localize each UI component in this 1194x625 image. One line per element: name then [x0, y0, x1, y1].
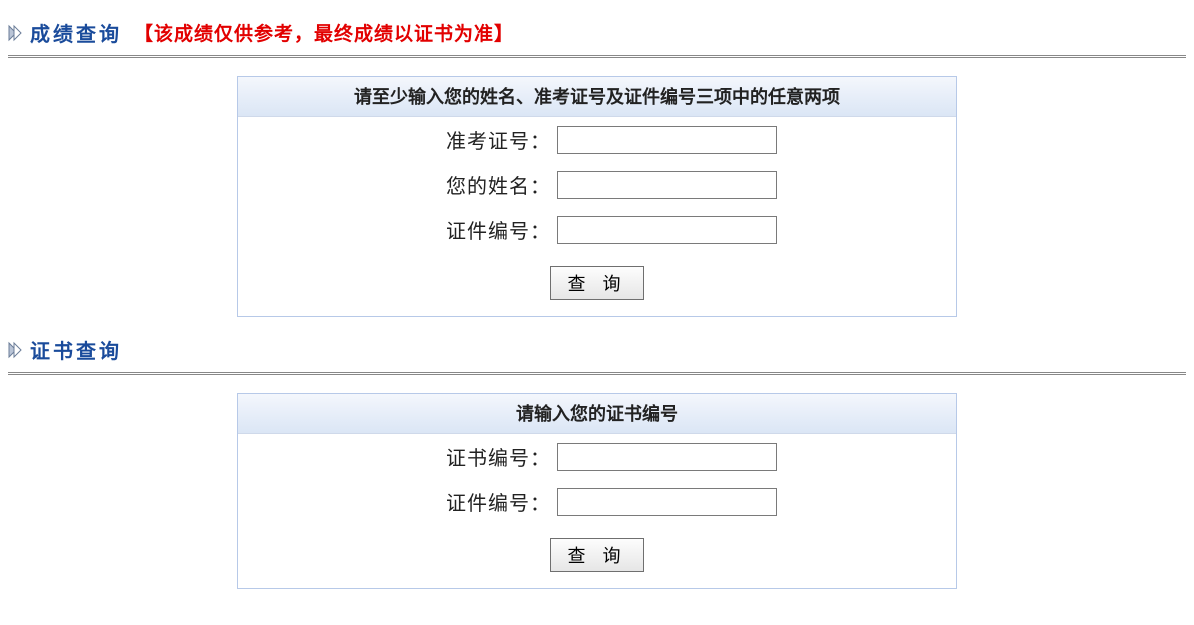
name-label: 您的姓名：	[257, 170, 557, 199]
ticket-row: 准考证号：	[238, 117, 956, 162]
triangle-right-icon	[8, 341, 24, 359]
ticket-input[interactable]	[557, 126, 777, 154]
idno-input[interactable]	[557, 216, 777, 244]
certno2-input-cell	[557, 488, 937, 516]
certno1-input[interactable]	[557, 443, 777, 471]
cert-section-header: 证书查询	[8, 335, 1186, 364]
score-query-button[interactable]: 查 询	[550, 266, 643, 300]
score-submit-row: 查 询	[238, 252, 956, 316]
cert-form-wrap: 请输入您的证书编号 证书编号： 证件编号： 查 询	[8, 393, 1186, 589]
score-title: 成绩查询	[30, 18, 122, 47]
score-form-box: 请至少输入您的姓名、准考证号及证件编号三项中的任意两项 准考证号： 您的姓名： …	[237, 76, 957, 317]
score-notice: 【该成绩仅供参考，最终成绩以证书为准】	[134, 19, 514, 46]
name-input-cell	[557, 171, 937, 199]
certno2-label: 证件编号：	[257, 487, 557, 516]
cert-form-box: 请输入您的证书编号 证书编号： 证件编号： 查 询	[237, 393, 957, 589]
name-input[interactable]	[557, 171, 777, 199]
cert-title: 证书查询	[30, 335, 122, 364]
idno-row: 证件编号：	[238, 207, 956, 252]
divider	[8, 55, 1186, 58]
cert-submit-row: 查 询	[238, 524, 956, 588]
cert-query-button[interactable]: 查 询	[550, 538, 643, 572]
ticket-input-cell	[557, 126, 937, 154]
idno-label: 证件编号：	[257, 215, 557, 244]
score-section-header: 成绩查询 【该成绩仅供参考，最终成绩以证书为准】	[8, 18, 1186, 47]
certno1-row: 证书编号：	[238, 434, 956, 479]
triangle-right-icon	[8, 24, 24, 42]
score-form-wrap: 请至少输入您的姓名、准考证号及证件编号三项中的任意两项 准考证号： 您的姓名： …	[8, 76, 1186, 317]
cert-form-header: 请输入您的证书编号	[238, 394, 956, 434]
divider	[8, 372, 1186, 375]
name-row: 您的姓名：	[238, 162, 956, 207]
idno-input-cell	[557, 216, 937, 244]
certno1-label: 证书编号：	[257, 442, 557, 471]
ticket-label: 准考证号：	[257, 125, 557, 154]
certno2-row: 证件编号：	[238, 479, 956, 524]
score-form-header: 请至少输入您的姓名、准考证号及证件编号三项中的任意两项	[238, 77, 956, 117]
certno1-input-cell	[557, 443, 937, 471]
certno2-input[interactable]	[557, 488, 777, 516]
